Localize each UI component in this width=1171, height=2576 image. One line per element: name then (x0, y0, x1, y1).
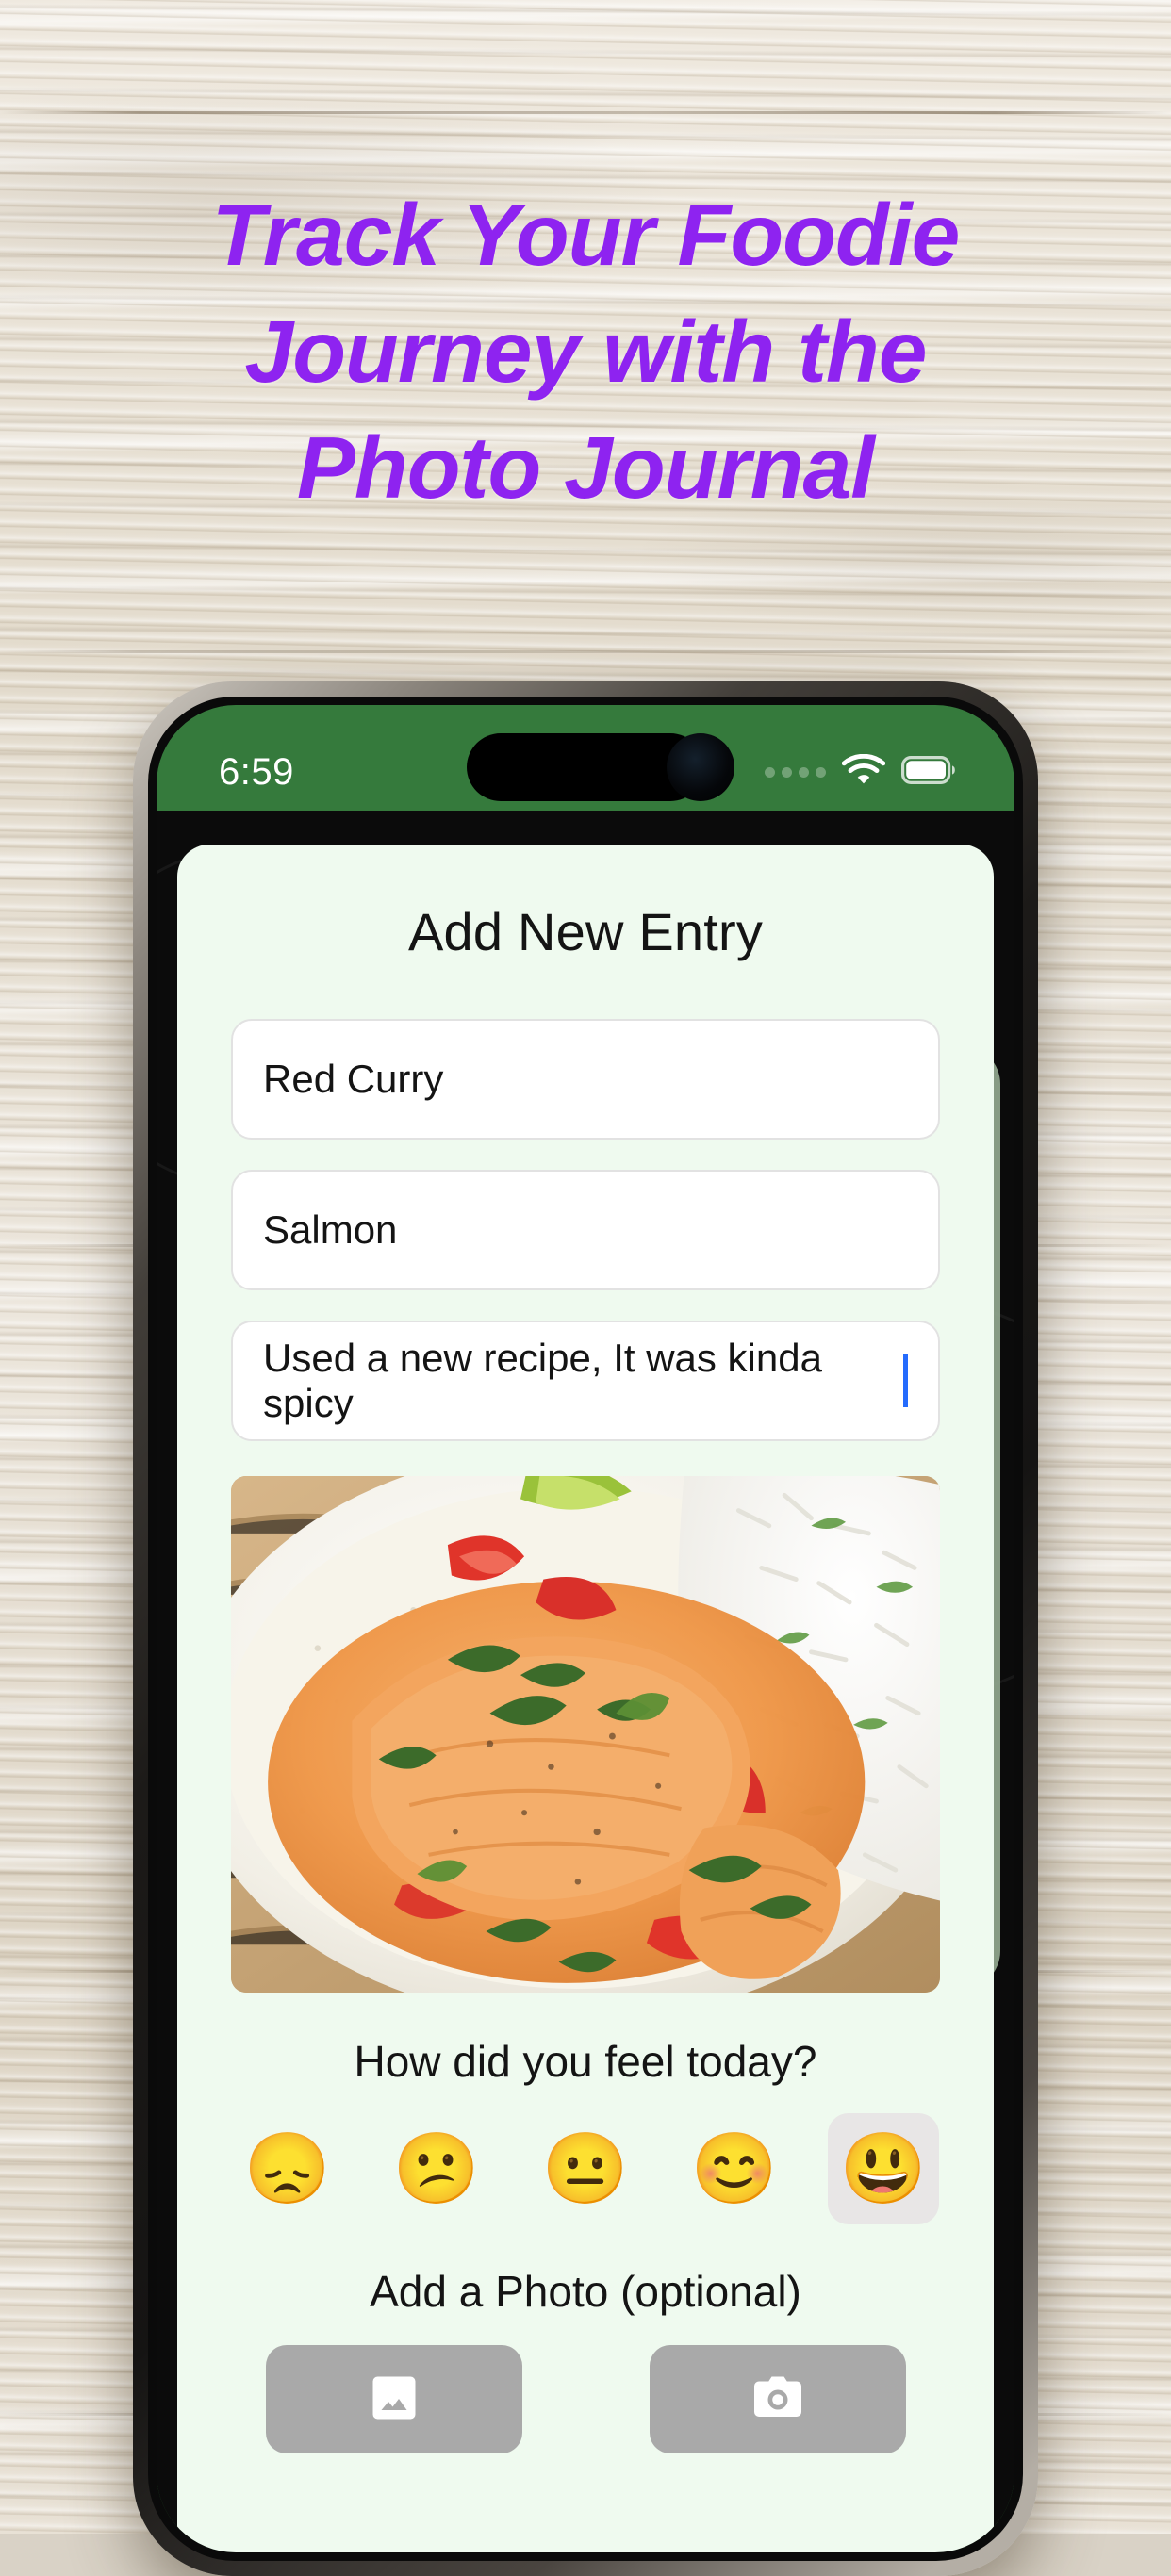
mood-very-happy[interactable]: 😃 (828, 2113, 939, 2224)
add-photo-buttons (177, 2345, 994, 2453)
camera-icon (750, 2370, 806, 2429)
add-photo-label: Add a Photo (optional) (370, 2267, 801, 2316)
wifi-icon (841, 753, 886, 791)
entry-photo-preview[interactable] (231, 1476, 940, 1993)
pick-from-gallery-button[interactable] (265, 2345, 522, 2453)
image-icon (366, 2370, 422, 2429)
page-title: Add New Entry (407, 902, 764, 961)
mood-sad[interactable]: 😞 (232, 2113, 343, 2224)
battery-full-icon (901, 755, 956, 789)
mood-happy[interactable]: 😊 (679, 2113, 790, 2224)
phone-mockup: 6:59 Add New Entry Red Curry Salmon Used… (133, 681, 1038, 2576)
dish-title-input[interactable]: Red Curry (231, 1019, 940, 1140)
mood-slightly-sad[interactable]: 😕 (381, 2113, 492, 2224)
headline-line-2: Journey with the (244, 302, 928, 401)
status-icons (765, 753, 956, 791)
dish-subtitle-value: Salmon (263, 1207, 398, 1252)
headline-line-1: Track Your Foodie (211, 186, 961, 284)
dish-note-value: Used a new recipe, It was kinda spicy (263, 1336, 822, 1425)
mood-neutral[interactable]: 😐 (530, 2113, 641, 2224)
phone-screen: 6:59 Add New Entry Red Curry Salmon Used… (157, 705, 1014, 2552)
headline-line-3: Photo Journal (296, 418, 875, 517)
add-entry-modal: Add New Entry Red Curry Salmon Used a ne… (177, 845, 994, 2552)
dish-title-value: Red Curry (263, 1057, 444, 1101)
front-camera-icon (667, 733, 734, 801)
cellular-dots-icon (765, 766, 826, 778)
promo-headline: Track Your Foodie Journey with the Photo… (0, 177, 1171, 527)
status-time: 6:59 (219, 750, 294, 793)
mood-selector: 😞 😕 😐 😊 😃 (177, 2113, 994, 2224)
dish-note-input[interactable]: Used a new recipe, It was kinda spicy (231, 1321, 940, 1441)
text-caret (903, 1354, 908, 1407)
phone-bezel: 6:59 Add New Entry Red Curry Salmon Used… (148, 697, 1023, 2561)
mood-question-label: How did you feel today? (354, 2037, 817, 2086)
take-photo-button[interactable] (649, 2345, 906, 2453)
dish-subtitle-input[interactable]: Salmon (231, 1170, 940, 1290)
